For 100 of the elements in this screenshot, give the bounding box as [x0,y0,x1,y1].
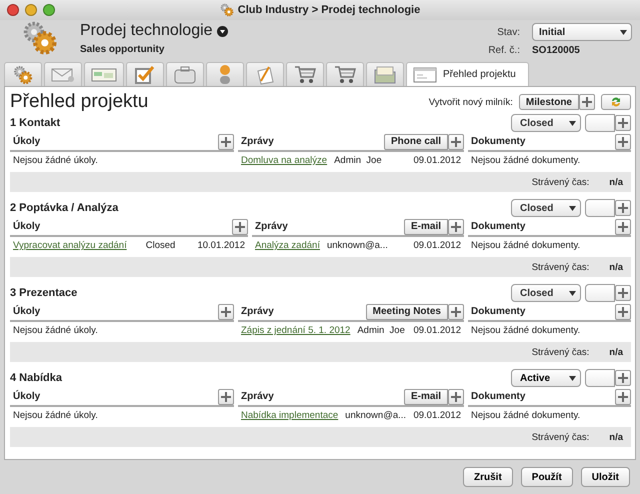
spent-time-value: n/a [609,346,623,358]
spent-time-label: Strávený čas: [532,262,590,272]
caret-icon [569,120,576,126]
tab[interactable] [326,62,364,86]
window-icon [413,66,437,82]
spent-time-label: Strávený čas: [532,346,590,358]
column-header: Zprávy [240,391,274,402]
add-button[interactable] [615,134,631,150]
message-link[interactable]: Zápis z jednání 5. 1. 2012 [241,325,350,336]
message-sender: Admin Joe [357,325,405,336]
empty-text: Nejsou žádné úkoly. [13,155,98,166]
message-sender: Admin Joe [334,155,382,166]
message-type-button[interactable]: Meeting Notes [366,304,448,320]
caret-icon [569,206,576,210]
add-button[interactable] [615,304,631,320]
add-button[interactable] [218,304,234,320]
plus-icon [451,392,461,402]
empty-text: Nejsou žádné dokumenty. [471,155,580,166]
empty-text: Nejsou žádné úkoly. [13,325,98,336]
status-select[interactable]: Closed [511,114,581,132]
plus-icon [618,373,628,383]
input-field[interactable] [585,199,615,217]
tab[interactable] [166,62,204,86]
column-header: Dokumenty [470,391,526,402]
task-link[interactable]: Vypracovat analýzu zadání [13,240,127,251]
message-type-button[interactable]: E-mail [404,388,448,404]
message-sender: unknown@a... [345,410,406,421]
add-button[interactable] [615,285,631,301]
message-type-button[interactable]: E-mail [404,218,448,234]
envelope-icon [51,66,75,82]
task-date: 10.01.2012 [197,240,245,251]
milestone-button[interactable]: Milestone [518,94,579,110]
column-header: Úkoly [12,136,40,147]
cart-icon [294,64,316,84]
plus-icon [221,392,231,402]
message-link[interactable]: Domluva na analýze [241,155,328,166]
empty-text: Nejsou žádné dokumenty. [471,240,580,251]
tab[interactable]: Přehled projektu [406,62,529,86]
input-field[interactable] [585,369,615,387]
minimize-button[interactable] [25,4,37,16]
message-link[interactable]: Nabídka implementace [241,410,338,421]
footer-button[interactable]: Uložit [580,467,630,487]
page-title: Přehled projektu [10,91,148,113]
dropdown-icon[interactable] [216,26,228,36]
plus-icon [451,306,461,316]
tab[interactable] [286,62,324,86]
footer-button[interactable]: Použít [520,467,573,487]
add-button[interactable] [218,388,234,404]
plus-icon [235,222,245,232]
tab[interactable] [366,62,404,86]
column-header: Úkoly [12,391,40,402]
refresh-button[interactable] [601,94,631,110]
tab[interactable] [246,62,284,86]
plus-icon [618,306,628,316]
screen-icon [91,68,117,82]
person-icon [220,65,230,84]
message-date: 09.01.2012 [413,240,461,251]
status-select[interactable]: Active [511,369,581,387]
add-button[interactable] [448,304,464,320]
caret-icon [569,290,576,296]
add-button[interactable] [615,218,631,234]
status-select[interactable]: Initial [532,23,632,41]
message-link[interactable]: Analýza zadání [255,240,320,251]
zoom-button[interactable] [43,4,55,16]
add-button[interactable] [615,115,631,131]
add-button[interactable] [579,94,595,110]
gears-icon [220,3,234,17]
column-header: Úkoly [12,306,40,317]
status-select[interactable]: Closed [511,199,581,217]
cart-icon [334,64,356,84]
close-button[interactable] [7,4,19,16]
input-field[interactable] [585,114,615,132]
add-button[interactable] [448,218,464,234]
plus-icon [582,97,592,107]
footer-button[interactable]: Zrušit [463,467,513,487]
add-button[interactable] [448,388,464,404]
add-button[interactable] [615,370,631,386]
caret-icon [569,376,576,380]
tab[interactable] [84,62,124,86]
add-button[interactable] [615,388,631,404]
status-label: Stav: [496,26,520,38]
task-status: Closed [146,240,176,251]
add-button[interactable] [232,218,248,234]
column-header: Dokumenty [470,306,526,317]
add-button[interactable] [448,134,464,150]
column-header: Úkoly [12,221,40,232]
tab[interactable] [4,62,42,86]
refresh-icon [611,97,621,107]
add-button[interactable] [218,134,234,150]
plus-icon [221,306,231,316]
input-field[interactable] [585,284,615,302]
tab[interactable] [126,62,164,86]
ref-value: SO120005 [532,45,581,56]
message-date: 09.01.2012 [413,325,461,336]
status-select[interactable]: Closed [511,284,581,302]
add-button[interactable] [615,200,631,216]
window-title: Club Industry > Prodej technologie [238,4,420,16]
message-type-button[interactable]: Phone call [384,134,448,150]
empty-text: Nejsou žádné dokumenty. [471,410,580,421]
new-milestone-label: Vytvořit nový milník: [428,96,513,108]
